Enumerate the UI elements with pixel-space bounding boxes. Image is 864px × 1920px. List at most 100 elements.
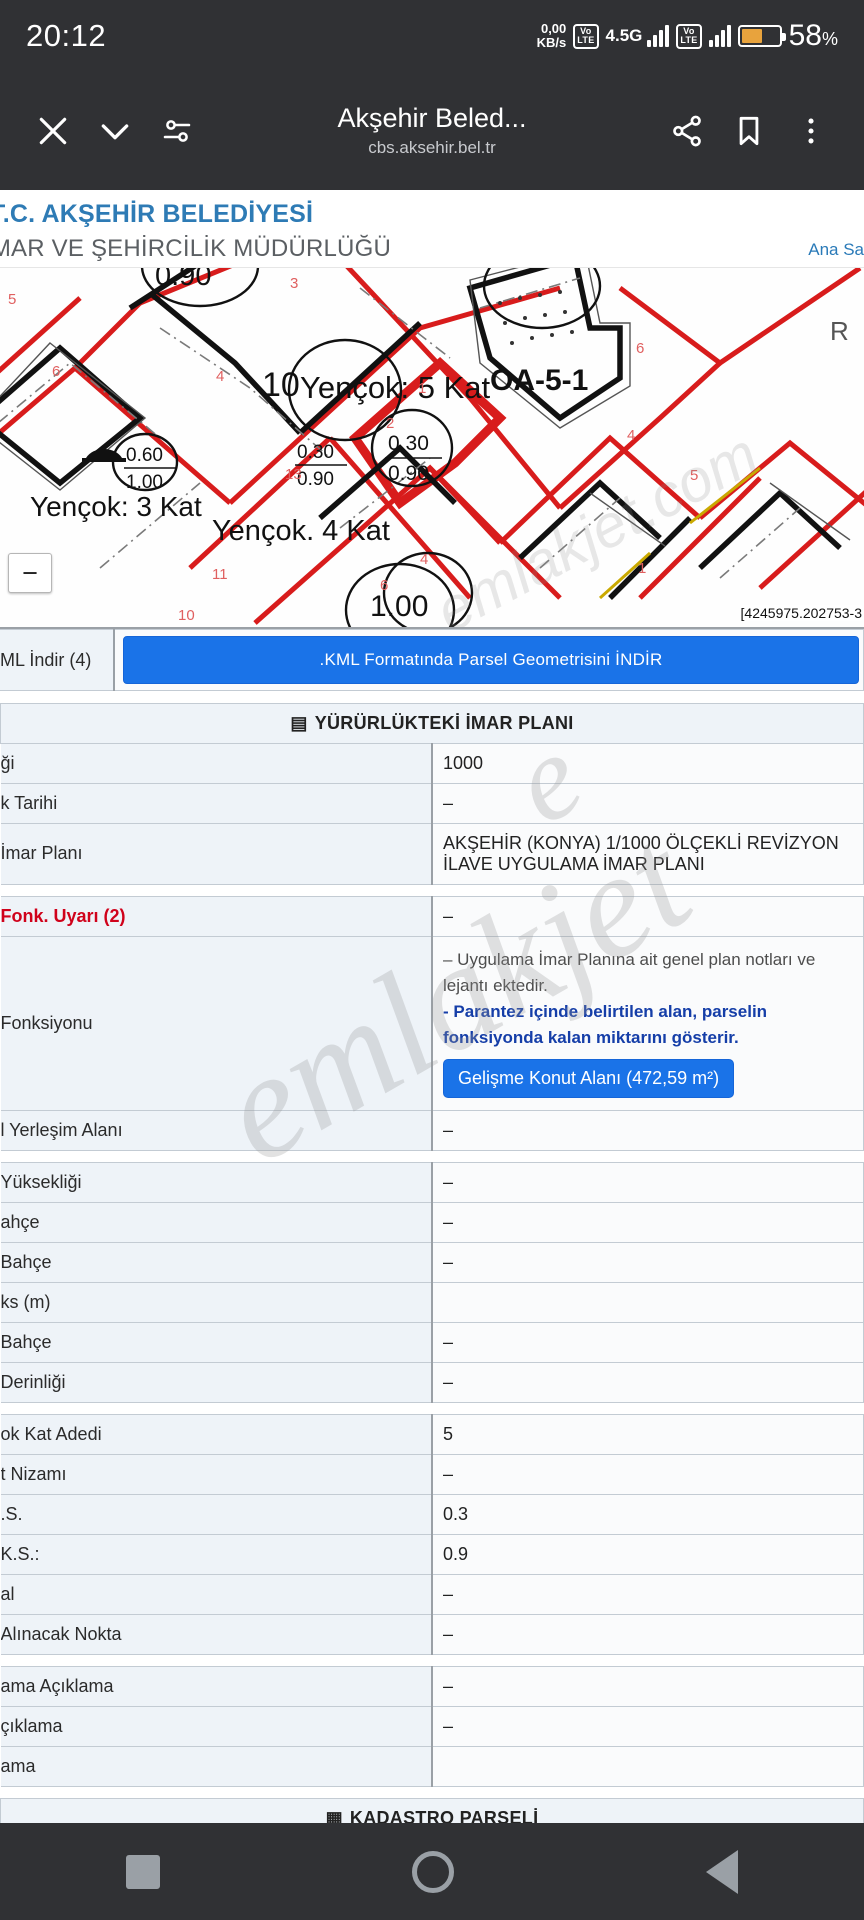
table-row: .S. 0.3 [0, 1493, 864, 1535]
row-value: – [431, 1241, 864, 1283]
row-value: – [431, 1453, 864, 1495]
row-label: Fonksiyonu [0, 935, 433, 1111]
row-label: İmar Planı [0, 822, 433, 885]
row-label: ama [0, 1745, 433, 1787]
row-label: t Nizamı [0, 1453, 433, 1495]
row-value [431, 1281, 864, 1323]
row-value: – [431, 1109, 864, 1151]
row-value: – [431, 1665, 864, 1707]
svg-text:0.30: 0.30 [297, 442, 334, 463]
square-icon[interactable] [126, 1854, 160, 1889]
page-title: Akşehir Beled... [337, 103, 527, 133]
status-bar: 20:12 0,00 KB/s Vo LTE 4.5G Vo LTE 58% [0, 0, 864, 72]
table-row: Fonk. Uyarı (2) – [0, 895, 864, 937]
table-spacer [0, 1654, 864, 1666]
triangle-back-icon[interactable] [706, 1849, 738, 1894]
svg-text:0.90: 0.90 [297, 469, 334, 490]
table-row: Fonksiyonu – Uygulama İmar Planına ait g… [0, 935, 864, 1111]
page-info-button[interactable] [146, 100, 208, 162]
row-value: 1000 [431, 742, 864, 784]
web-page: T.C. AKŞEHİR BELEDİYESİ İMAR VE ŞEHİRCİL… [0, 190, 864, 1919]
circle-icon[interactable] [412, 1850, 454, 1893]
toolbar-titles[interactable]: Akşehir Beled... cbs.aksehir.bel.tr [208, 102, 656, 160]
row-label-fonk-uyari: Fonk. Uyarı (2) [0, 895, 433, 937]
fonksiyonu-badge[interactable]: Gelişme Konut Alanı (472,59 m²) [443, 1058, 735, 1098]
table-row: çıklama – [0, 1705, 864, 1747]
svg-text:4: 4 [627, 427, 635, 444]
table-row: Bahçe – [0, 1321, 864, 1363]
table-row: t Nizamı – [0, 1453, 864, 1495]
signal-bars-icon-1 [647, 25, 670, 47]
row-label: Derinliği [0, 1361, 433, 1403]
site-header: T.C. AKŞEHİR BELEDİYESİ İMAR VE ŞEHİRCİL… [0, 190, 864, 267]
table-spacer [0, 1150, 864, 1162]
phone-screen: 20:12 0,00 KB/s Vo LTE 4.5G Vo LTE 58% A… [0, 0, 864, 1920]
svg-text:6: 6 [636, 340, 644, 357]
row-label: ok Kat Adedi [0, 1413, 433, 1455]
table-row: K.S.: 0.9 [0, 1533, 864, 1575]
row-value: – [431, 1705, 864, 1747]
table-row: ok Kat Adedi 5 [0, 1413, 864, 1455]
battery-percent: 58% [788, 19, 838, 52]
row-value: – [431, 1573, 864, 1615]
fonksiyonu-note-2: - Parantez içinde belirtilen alan, parse… [443, 1001, 768, 1047]
row-label: K.S.: [0, 1533, 433, 1575]
svg-text:5: 5 [8, 291, 16, 308]
table-spacer [0, 1402, 864, 1414]
collapse-button[interactable] [84, 100, 146, 162]
download-kml-button[interactable]: .KML Formatında Parsel Geometrisini İNDİ… [123, 636, 859, 684]
section-header-row: ▤ YÜRÜRLÜKTEKİ İMAR PLANI [0, 702, 864, 744]
table-row: ks (m) [0, 1281, 864, 1323]
site-title: T.C. AKŞEHİR BELEDİYESİ [0, 200, 314, 228]
svg-text:4: 4 [216, 368, 224, 385]
row-label: ks (m) [0, 1281, 433, 1323]
table-row: ML İndir (4) .KML Formatında Parsel Geom… [0, 629, 864, 691]
svg-text:0.90: 0.90 [155, 268, 211, 292]
parcel-map[interactable]: 0.90 0.60 1.00 10 Yençok: 5 Kat OA-5-1 0… [0, 267, 864, 629]
close-button[interactable] [22, 100, 84, 162]
table-row: ği 1000 [0, 742, 864, 784]
status-icons: 0,00 KB/s Vo LTE 4.5G Vo LTE 58% [537, 19, 838, 53]
row-label: Bahçe [0, 1321, 433, 1363]
table-row: ama [0, 1745, 864, 1787]
row-value: – [431, 895, 864, 937]
network-generation-label: 4.5G [605, 26, 643, 45]
table-spacer [0, 1786, 864, 1798]
volte-icon-2: Vo LTE [676, 23, 702, 49]
map-zoom-out-button[interactable]: − [8, 553, 52, 593]
svg-text:10: 10 [262, 366, 300, 404]
row-label: Bahçe [0, 1241, 433, 1283]
row-value: – [431, 1161, 864, 1203]
row-value: 0.3 [431, 1493, 864, 1535]
svg-text:1.00: 1.00 [370, 590, 428, 623]
svg-text:R: R [830, 316, 849, 346]
svg-text:10: 10 [178, 607, 195, 624]
row-label: Yüksekliği [0, 1161, 433, 1203]
svg-text:3: 3 [290, 275, 298, 292]
page-url: cbs.aksehir.bel.tr [368, 138, 496, 157]
share-button[interactable] [656, 100, 718, 162]
table-spacer [0, 691, 864, 703]
svg-text:Yençok: 3 Kat: Yençok: 3 Kat [30, 491, 202, 522]
row-value: AKŞEHİR (KONYA) 1/1000 ÖLÇEKLİ REVİZYON … [431, 822, 864, 885]
svg-text:0.30: 0.30 [388, 432, 429, 455]
row-label: al [0, 1573, 433, 1615]
battery-icon [737, 25, 786, 47]
table-row: İmar Planı AKŞEHİR (KONYA) 1/1000 ÖLÇEKL… [0, 822, 864, 885]
nav-link-anasayfa[interactable]: Ana Sa [808, 240, 864, 260]
overflow-menu-button[interactable] [780, 100, 842, 162]
row-label: ML İndir (4) [0, 629, 115, 691]
more-vertical-icon [808, 118, 814, 144]
svg-text:11: 11 [212, 566, 228, 583]
row-value: – [431, 1613, 864, 1655]
svg-text:Yençok. 4 Kat: Yençok. 4 Kat [212, 515, 390, 547]
row-value: – [431, 1361, 864, 1403]
table-row: al – [0, 1573, 864, 1615]
svg-text:13: 13 [285, 466, 302, 483]
row-value: .KML Formatında Parsel Geometrisini İNDİ… [113, 629, 864, 691]
row-label: ahçe [0, 1201, 433, 1243]
bookmark-button[interactable] [718, 100, 780, 162]
network-speed-unit: KB/s [536, 35, 567, 50]
svg-text:6: 6 [380, 577, 388, 594]
tune-icon [163, 120, 191, 142]
